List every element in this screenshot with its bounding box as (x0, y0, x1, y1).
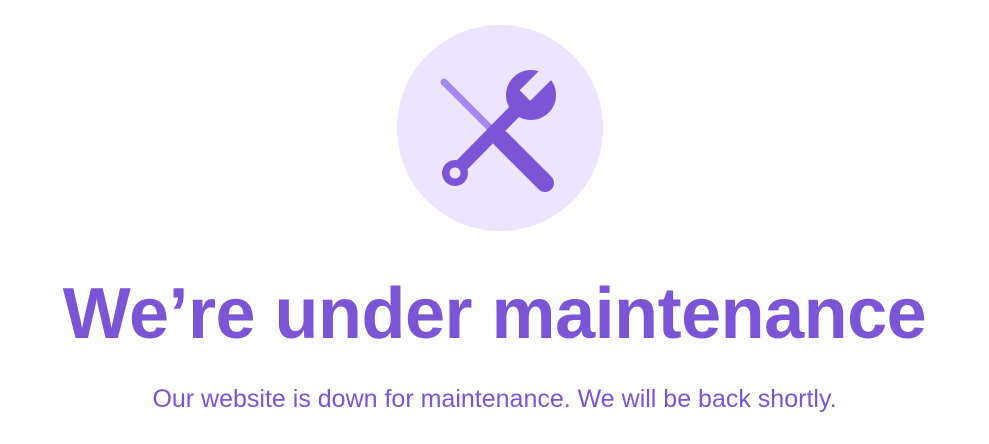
tools-icon (440, 59, 562, 192)
maintenance-page: We’re under maintenance Our website is d… (0, 0, 989, 444)
maintenance-message: Our website is down for maintenance. We … (152, 385, 837, 413)
tools-icon-badge (397, 25, 603, 231)
page-title: We’re under maintenance (62, 274, 927, 354)
screwdriver-shaft (440, 78, 499, 137)
wrench-ring-hole (449, 167, 461, 179)
